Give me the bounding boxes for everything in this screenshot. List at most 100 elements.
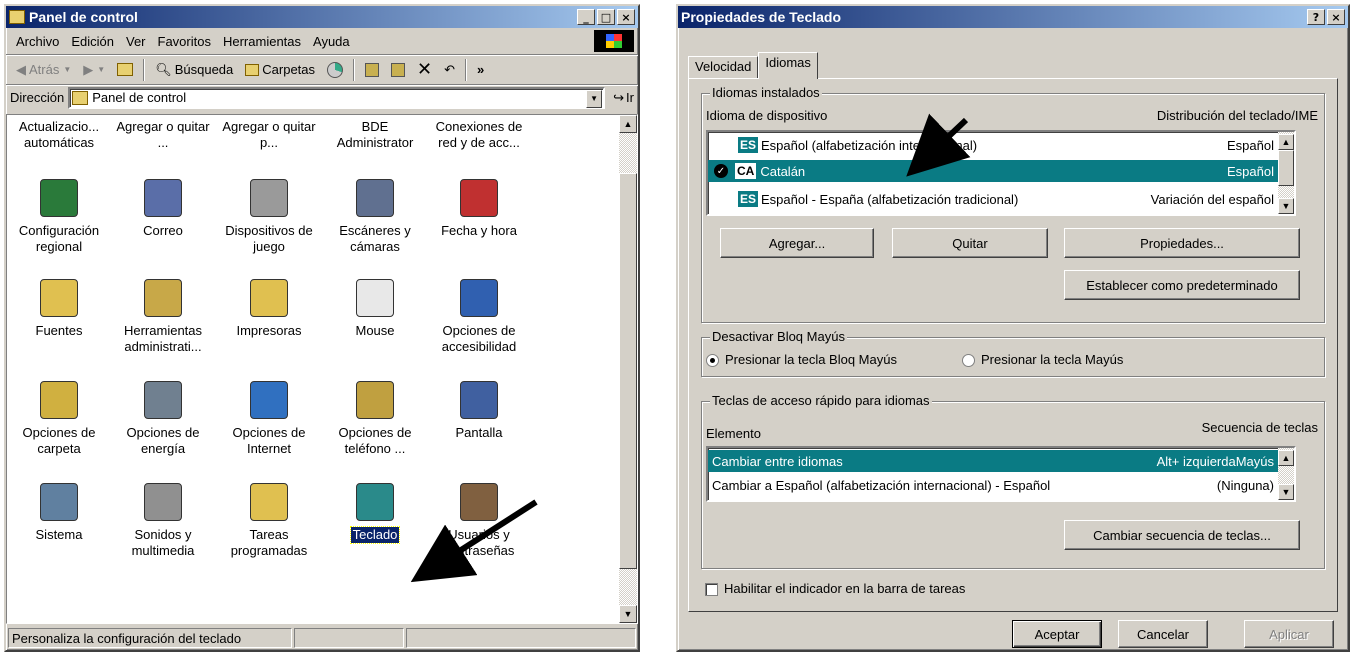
minimize-button[interactable]: _ (577, 9, 595, 25)
menu-herramientas[interactable]: Herramientas (217, 34, 307, 49)
scroll-up-button[interactable]: ▲ (1278, 450, 1294, 466)
tab-idiomas[interactable]: Idiomas (758, 52, 818, 79)
scroll-down-button[interactable]: ▼ (1278, 484, 1294, 500)
control-panel-item[interactable]: Correo (111, 179, 215, 239)
capslock-radio[interactable]: Presionar la tecla Bloq Mayús (706, 352, 897, 368)
control-panel-item[interactable]: Pantalla (427, 381, 531, 441)
move-to-button[interactable] (359, 62, 385, 77)
go-button[interactable]: ↪ Ir (613, 90, 634, 106)
control-panel-window: Panel de control _ □ × Archivo Edición V… (4, 4, 640, 652)
help-button[interactable]: ? (1307, 9, 1325, 25)
control-panel-item[interactable]: Opciones de accesibilidad (427, 279, 531, 355)
vertical-scrollbar[interactable]: ▲ ▼ (619, 115, 637, 623)
status-bar: Personaliza la configuración del teclado (6, 626, 638, 650)
language-row[interactable]: ES Español (alfabetización internacional… (708, 134, 1278, 156)
control-panel-small-icon (72, 90, 89, 105)
taskbar-indicator-checkbox[interactable]: Habilitar el indicador en la barra de ta… (705, 581, 965, 597)
scroll-up-button[interactable]: ▲ (619, 115, 637, 133)
language-row[interactable]: ES Español - España (alfabetización trad… (708, 188, 1278, 210)
scroll-up-button[interactable]: ▲ (1278, 134, 1294, 150)
copy-to-button[interactable] (385, 62, 411, 77)
scheduled-tasks-icon (250, 483, 288, 521)
undo-button[interactable]: ↶ (438, 62, 461, 78)
scroll-thumb[interactable] (619, 173, 637, 569)
languages-list[interactable]: ES Español (alfabetización internacional… (706, 130, 1296, 216)
ok-button[interactable]: Aceptar (1012, 620, 1102, 648)
control-panel-item[interactable]: Opciones de energía (111, 381, 215, 457)
language-row-selected[interactable]: ✓ CA Catalán Español (708, 160, 1278, 182)
address-field[interactable]: Panel de control ▼ (68, 86, 606, 109)
installed-languages-title: Idiomas instalados (710, 85, 822, 100)
maximize-button[interactable]: □ (597, 9, 615, 25)
chevron-down-icon: ▼ (97, 65, 106, 74)
address-dropdown-button[interactable]: ▼ (586, 89, 603, 108)
control-panel-item[interactable]: Conexiones de red y de acc... (427, 119, 531, 151)
scroll-down-button[interactable]: ▼ (619, 605, 637, 623)
folders-icon (245, 63, 260, 76)
forward-button[interactable]: ▶ ▼ (77, 62, 111, 78)
hotkey-row[interactable]: Cambiar a Español (alfabetización intern… (708, 474, 1278, 496)
shift-radio[interactable]: Presionar la tecla Mayús (962, 352, 1123, 368)
item-label: Opciones de accesibilidad (441, 323, 517, 354)
hotkeys-list[interactable]: Cambiar entre idiomas Alt+ izquierdaMayú… (706, 446, 1296, 502)
item-label: Actualizacio... automáticas (18, 119, 100, 150)
hotkey-row-selected[interactable]: Cambiar entre idiomas Alt+ izquierdaMayú… (708, 450, 1278, 472)
control-panel-item[interactable]: Impresoras (217, 279, 321, 339)
control-panel-item[interactable]: Escáneres y cámaras (323, 179, 427, 255)
control-panel-item[interactable]: Teclado (323, 483, 427, 544)
control-panel-item[interactable]: Sistema (7, 483, 111, 543)
item-label: Fuentes (35, 323, 83, 338)
control-panel-item[interactable]: Fecha y hora (427, 179, 531, 239)
hotkey-name: Cambiar a Español (alfabetización intern… (712, 477, 1051, 493)
folders-button[interactable]: Carpetas (239, 62, 321, 77)
scroll-down-button[interactable]: ▼ (1278, 198, 1294, 214)
folder-icon (9, 10, 25, 24)
control-panel-item[interactable]: Opciones de Internet (217, 381, 321, 457)
apply-button[interactable]: Aplicar (1244, 620, 1334, 648)
back-button[interactable]: ◀ Atrás ▼ (10, 62, 77, 78)
menu-ayuda[interactable]: Ayuda (307, 34, 356, 49)
language-layout: Variación del español (1150, 191, 1274, 207)
cancel-button[interactable]: Cancelar (1118, 620, 1208, 648)
properties-button[interactable]: Propiedades... (1064, 228, 1300, 258)
control-panel-item[interactable]: Opciones de teléfono ... (323, 381, 427, 457)
delete-button[interactable]: ✕ (411, 59, 438, 80)
control-panel-item[interactable]: Tareas programadas (217, 483, 321, 559)
close-button[interactable]: × (1327, 9, 1345, 25)
control-panel-item[interactable]: Sonidos y multimedia (111, 483, 215, 559)
control-panel-item[interactable]: Agregar o quitar p... (217, 119, 321, 151)
menu-bar: Archivo Edición Ver Favoritos Herramient… (6, 28, 638, 54)
set-default-button[interactable]: Establecer como predeterminado (1064, 270, 1300, 300)
control-panel-item[interactable]: BDE Administrator (323, 119, 427, 151)
control-panel-item[interactable]: Fuentes (7, 279, 111, 339)
item-label: Mouse (355, 323, 395, 338)
control-panel-item[interactable]: Herramientas administrati... (111, 279, 215, 355)
menu-edicion[interactable]: Edición (65, 34, 120, 49)
control-panel-item[interactable]: Opciones de carpeta (7, 381, 111, 457)
control-panel-item[interactable]: Usuarios y contraseñas (427, 483, 531, 559)
control-panel-item[interactable]: Configuración regional (7, 179, 111, 255)
copy-to-icon (391, 62, 406, 77)
hotkeys-scrollbar[interactable]: ▲ ▼ (1278, 448, 1294, 500)
up-folder-button[interactable] (111, 63, 139, 76)
control-panel-item[interactable]: Mouse (323, 279, 427, 339)
close-button[interactable]: × (617, 9, 635, 25)
menu-favoritos[interactable]: Favoritos (152, 34, 217, 49)
menu-ver[interactable]: Ver (120, 34, 152, 49)
control-panel-item[interactable]: Dispositivos de juego (217, 179, 321, 255)
toolbar-more-button[interactable]: » (471, 62, 490, 77)
hotkey-sequence: Alt+ izquierdaMayús (1156, 453, 1274, 469)
change-sequence-button[interactable]: Cambiar secuencia de teclas... (1064, 520, 1300, 550)
remove-button[interactable]: Quitar (892, 228, 1048, 258)
control-panel-item[interactable]: Actualizacio... automáticas (7, 119, 111, 151)
toolbar-separator (143, 58, 146, 81)
add-button[interactable]: Agregar... (720, 228, 874, 258)
search-button[interactable]: 🔍︎ Búsqueda (149, 62, 239, 78)
control-panel-item[interactable]: Agregar o quitar ... (111, 119, 215, 151)
languages-scrollbar[interactable]: ▲ ▼ (1278, 132, 1294, 214)
tab-velocidad[interactable]: Velocidad (688, 56, 759, 78)
phone-icon (356, 381, 394, 419)
scroll-thumb[interactable] (1278, 150, 1294, 186)
menu-archivo[interactable]: Archivo (10, 34, 65, 49)
history-button[interactable] (321, 61, 349, 78)
